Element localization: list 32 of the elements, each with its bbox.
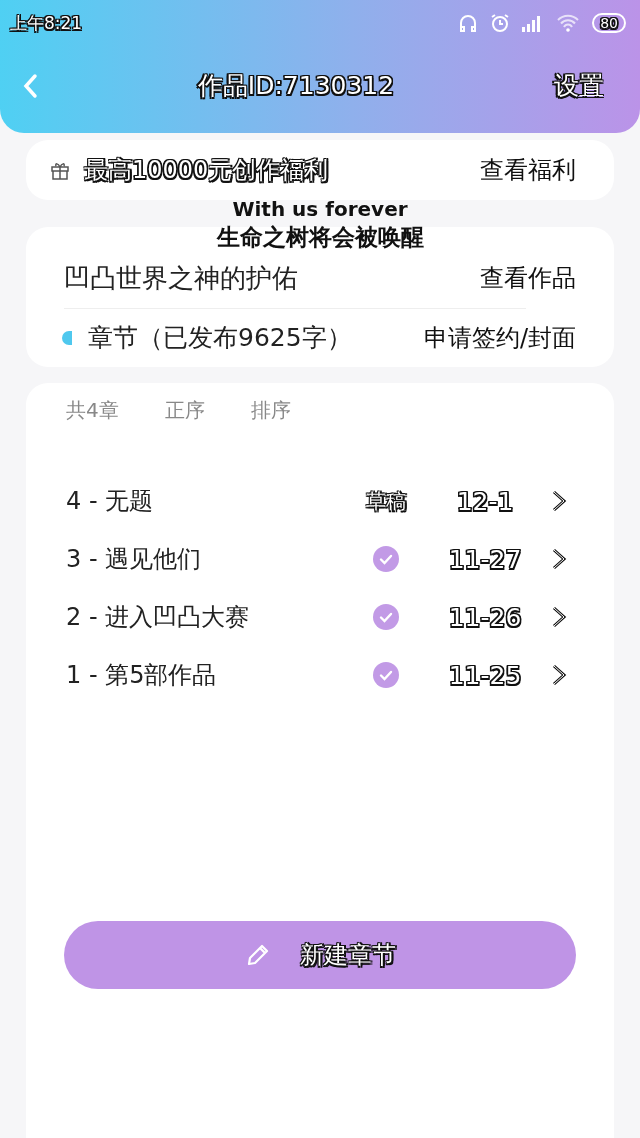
chevron-icon[interactable] — [551, 663, 567, 687]
chapter-date: 11-27 — [447, 544, 523, 574]
gift-icon — [50, 160, 70, 180]
marker-icon — [62, 330, 72, 345]
overlay-caption: 生命之树将会被唤醒 — [216, 223, 424, 252]
chapter-title[interactable]: 2 - 进入凹凸大赛 — [66, 601, 346, 633]
welfare-text: 最高10000元创作福利 — [84, 155, 330, 186]
chevron-icon[interactable] — [551, 489, 567, 513]
chapter-title[interactable]: 3 - 遇见他们 — [66, 543, 346, 575]
draft-label: 草稿 — [366, 487, 406, 515]
chapter-date: 11-25 — [447, 660, 523, 690]
alarm-icon — [490, 13, 511, 33]
wifi-icon — [556, 14, 581, 32]
chapters-label: 章节（已发布9625字） — [88, 322, 352, 355]
chapter-title[interactable]: 1 - 第5部作品 — [66, 659, 346, 691]
apply-sign-link[interactable]: 申请签约/封面 — [423, 321, 576, 354]
chapter-count: 共4章 — [66, 397, 119, 424]
chapter-title[interactable]: 4 - 无题 — [66, 485, 346, 517]
sort-option[interactable]: 正序 — [164, 397, 205, 424]
battery-indicator: 80 — [592, 13, 626, 33]
overlay-caption: With us forever — [232, 197, 408, 221]
view-welfare-link[interactable]: 查看福利 — [480, 154, 576, 186]
headphones-icon — [458, 13, 479, 33]
page-title: 作品ID:7130312 — [197, 70, 395, 102]
view-work-link[interactable]: 查看作品 — [480, 262, 576, 295]
status-time: 上午8:21 — [10, 11, 83, 35]
chapter-date: 11-26 — [447, 602, 523, 632]
sort-option[interactable]: 排序 — [250, 397, 291, 424]
chapter-date: 12-1 — [455, 486, 515, 516]
chevron-icon[interactable] — [551, 547, 567, 571]
chevron-icon[interactable] — [551, 605, 567, 629]
work-title: 凹凸世界之神的护佑 — [64, 261, 298, 295]
